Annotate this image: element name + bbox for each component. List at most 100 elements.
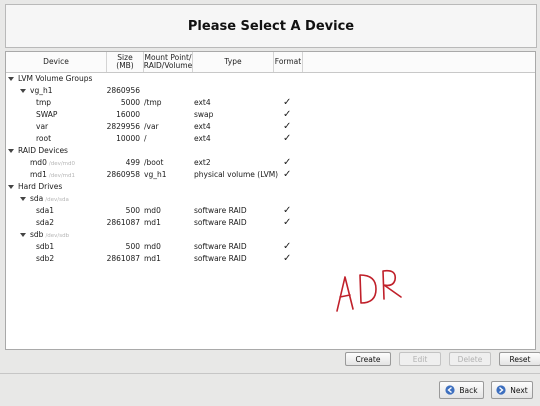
device-name-cell: root [36,133,51,145]
table-row[interactable]: root 10000 / ext4 ✓ [6,133,535,145]
size-cell: 2860958 [106,170,140,179]
expand-arrow-icon[interactable] [20,89,26,93]
size-cell: 5000 [120,98,140,107]
format-check-icon: ✓ [283,241,292,252]
size-cell: 16000 [116,110,140,119]
handwritten-annotation [336,269,402,312]
format-check-icon: ✓ [283,205,292,216]
page-header: Please Select A Device [5,4,537,48]
size-cell: 500 [125,206,140,215]
device-name: LVM Volume Groups [18,74,93,83]
expand-arrow-icon[interactable] [20,197,26,201]
expand-arrow-icon[interactable] [20,233,26,237]
column-type-label: Type [224,57,242,66]
device-name-cell: Hard Drives [18,181,62,193]
device-name-cell: sda1 [36,205,54,217]
device-name-cell: sdb2 [36,253,54,265]
next-label: Next [510,385,528,395]
table-row[interactable]: sda1 500 md0 software RAID ✓ [6,205,535,217]
table-header: Device Size (MB) Mount Point/ RAID/Volum… [6,52,535,73]
mount-cell: md1 [144,218,161,227]
format-check-icon: ✓ [283,217,292,228]
back-nav: Back [439,381,484,399]
device-name: md0 [30,158,47,167]
device-name: vg_h1 [30,86,53,95]
device-name: SWAP [36,110,58,119]
table-row[interactable]: sdb2 2861087 md1 software RAID ✓ [6,253,535,265]
device-name: sdb2 [36,254,55,263]
size-cell: 500 [125,242,140,251]
device-path: /dev/sdb [45,233,70,239]
mount-cell: md0 [144,242,161,251]
device-tree[interactable]: Device Size (MB) Mount Point/ RAID/Volum… [5,51,536,350]
create-button[interactable]: Create [345,352,391,366]
type-cell: software RAID [194,206,247,215]
back-label: Back [459,385,478,395]
device-name: sdb1 [36,242,55,251]
size-cell: 2861087 [106,254,140,263]
table-row[interactable]: RAID Devices [6,145,535,157]
column-size-unit: (MB) [116,61,134,70]
table-row[interactable]: sda2 2861087 md1 software RAID ✓ [6,217,535,229]
column-format-label: Format [274,57,302,66]
table-row[interactable]: sda/dev/sda [6,193,535,205]
device-name-cell: LVM Volume Groups [18,73,92,85]
expand-arrow-icon[interactable] [8,149,14,153]
table-row[interactable]: var 2829956/var ext4 ✓ [6,121,535,133]
device-name: RAID Devices [18,146,68,155]
table-row[interactable]: sdb/dev/sdb [6,229,535,241]
device-name: root [36,134,52,143]
type-cell: ext2 [194,158,211,167]
size-cell: 2829956 [106,122,140,131]
back-arrow-icon [445,385,455,395]
page-title: Please Select A Device [187,18,355,34]
back-button[interactable]: Back [439,381,484,399]
column-device[interactable]: Device [6,52,107,72]
type-cell: ext4 [194,122,211,131]
device-path: /dev/sda [45,197,69,203]
column-mount[interactable]: Mount Point/ RAID/Volume [144,52,193,72]
mount-cell: md0 [144,206,161,215]
edit-button[interactable]: Edit [399,352,441,366]
expand-arrow-icon[interactable] [8,185,14,189]
column-size[interactable]: Size (MB) [107,52,144,72]
type-cell: ext4 [194,98,211,107]
column-type[interactable]: Type [193,52,274,72]
table-row[interactable]: sdb1 500 md0 software RAID ✓ [6,241,535,253]
table-row[interactable]: Hard Drives [6,181,535,193]
type-cell: software RAID [194,218,247,227]
size-cell: 10000 [116,134,140,143]
device-name-cell: var [36,121,48,133]
type-cell: swap [194,110,214,119]
size-cell: 2860956 [106,86,140,95]
expand-arrow-icon[interactable] [8,77,14,81]
format-check-icon: ✓ [283,169,292,180]
mount-cell: /var [144,122,159,131]
mount-cell: /tmp [144,98,162,107]
device-toolbar: Create Edit Delete Reset [345,352,540,368]
next-arrow-icon [496,385,506,395]
size-cell: 2861087 [106,218,140,227]
device-name-cell: sdb1 [36,241,54,253]
type-cell: software RAID [194,242,247,251]
table-row[interactable]: vg_h1 2860956 [6,85,535,97]
delete-button[interactable]: Delete [449,352,491,366]
next-button[interactable]: Next [491,381,533,399]
type-cell: physical volume (LVM) [194,170,279,179]
table-row[interactable]: LVM Volume Groups [6,73,535,85]
format-check-icon: ✓ [283,133,292,144]
device-path: /dev/md1 [48,173,76,179]
table-row[interactable]: tmp 5000/tmp ext4 ✓ [6,97,535,109]
device-name-cell: SWAP [36,109,57,121]
table-row[interactable]: SWAP 16000 swap ✓ [6,109,535,121]
type-cell: ext4 [194,134,211,143]
table-row[interactable]: md1/dev/md1 2860958 vg_h1 physical volume (… [6,169,535,181]
device-name-cell: tmp [36,97,51,109]
column-device-label: Device [43,57,69,66]
device-name: tmp [36,98,52,107]
reset-button[interactable]: Reset [499,352,540,366]
mount-cell: /boot [144,158,164,167]
device-path: /dev/md0 [48,161,76,167]
table-row[interactable]: md0/dev/md0 499/boot ext2 ✓ [6,157,535,169]
column-format[interactable]: Format [274,52,303,72]
